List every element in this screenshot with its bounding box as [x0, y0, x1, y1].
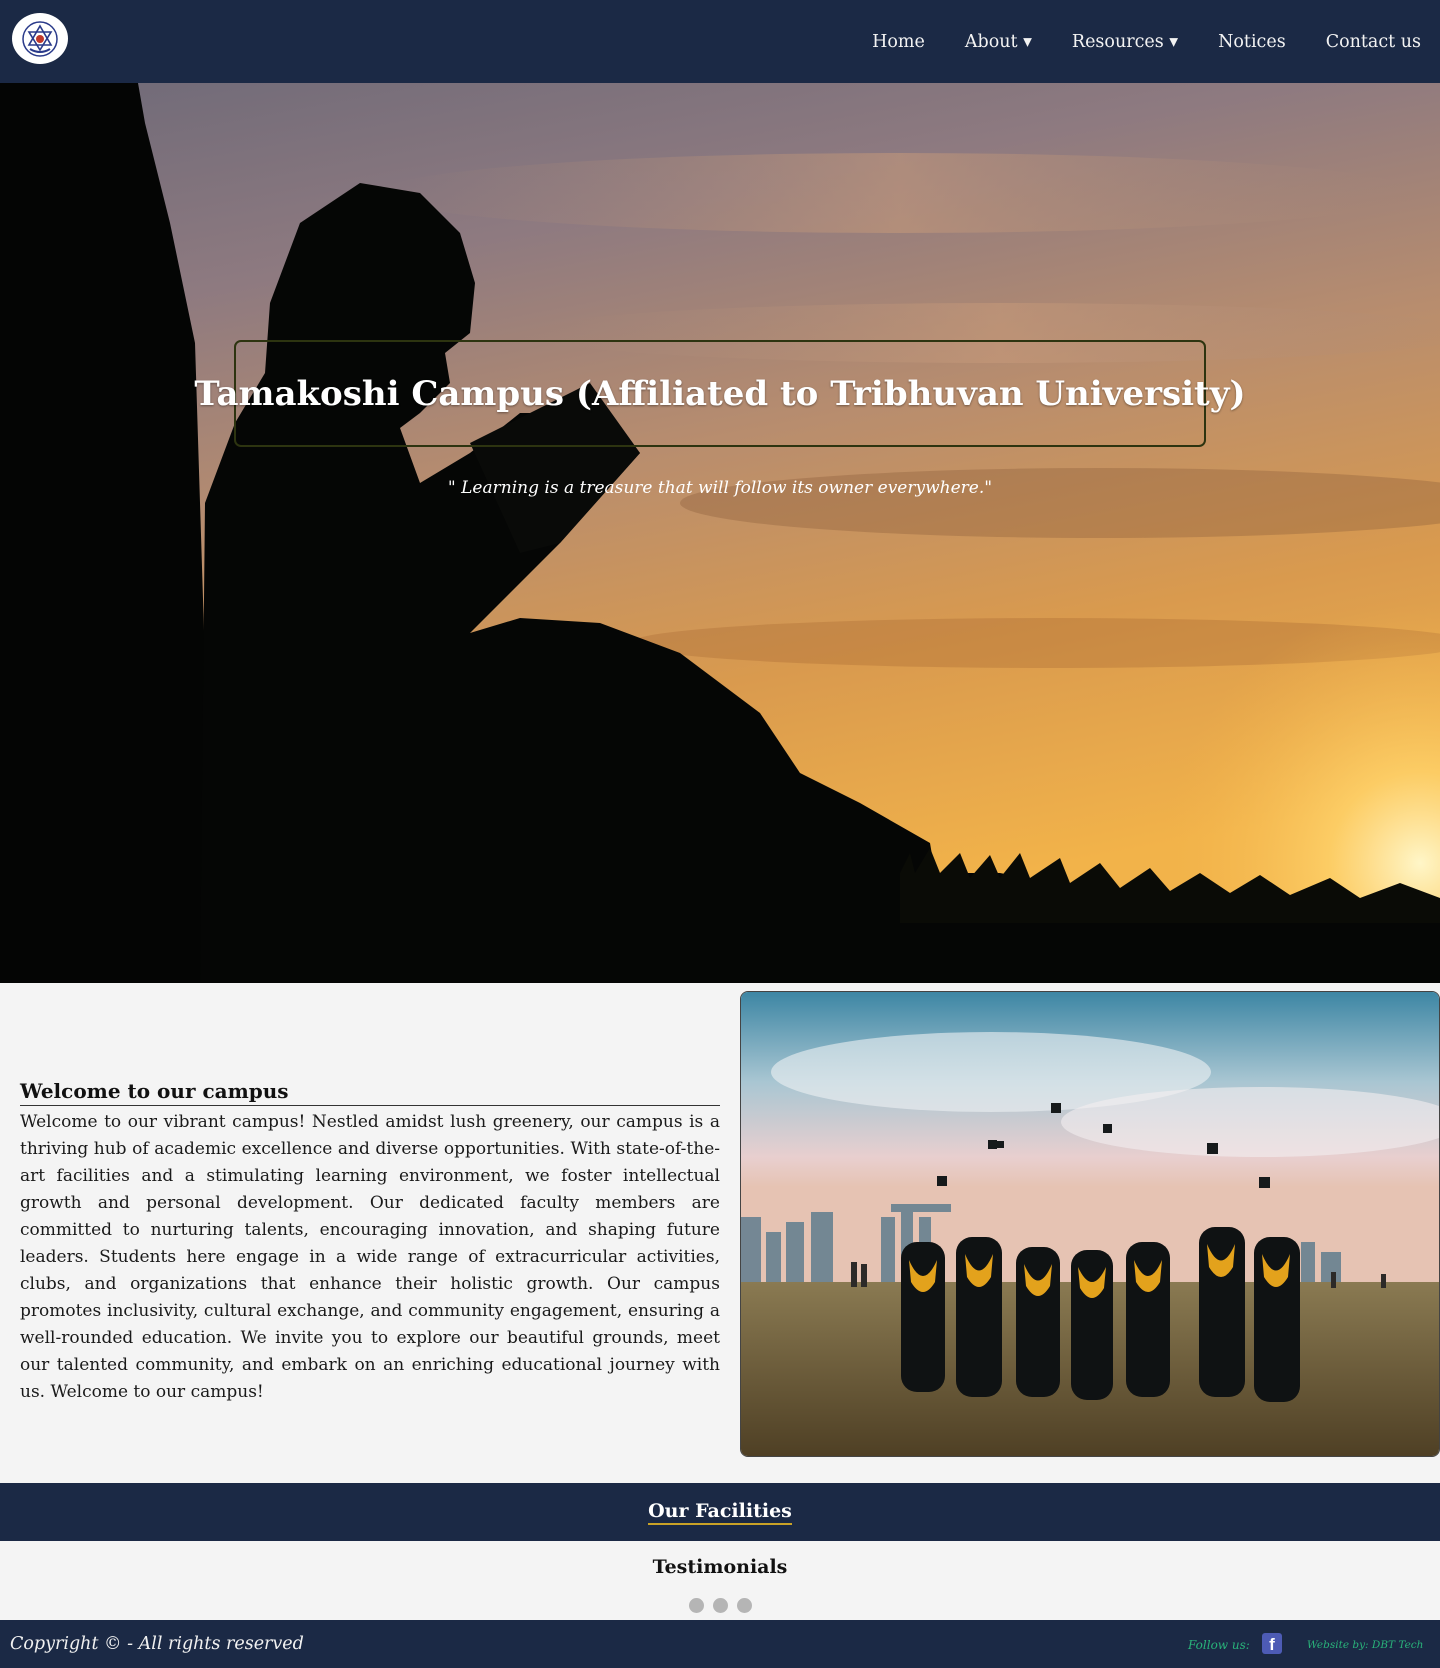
welcome-text-block: Welcome to our campus Welcome to our vib…: [20, 1079, 720, 1406]
carousel-dot-1[interactable]: [688, 1598, 704, 1613]
welcome-paragraph: Welcome to our vibrant campus! Nestled a…: [20, 1112, 720, 1402]
carousel-dot-2[interactable]: [712, 1598, 728, 1613]
copyright-text: Copyright © - All rights reserved: [10, 1634, 304, 1654]
campus-logo[interactable]: [12, 13, 68, 64]
graduates-image: [741, 992, 1439, 1456]
facilities-heading: Our Facilities: [648, 1500, 792, 1525]
welcome-heading: Welcome to our campus: [20, 1079, 720, 1106]
website-credit[interactable]: Website by: DBT Tech: [1307, 1639, 1423, 1651]
page-footer: Copyright © - All rights reserved Follow…: [0, 1620, 1440, 1668]
hero-quote: " Learning is a treasure that will follo…: [447, 478, 993, 498]
facebook-icon[interactable]: f: [1262, 1633, 1282, 1654]
testimonial-carousel-dots: [0, 1598, 1440, 1613]
nav-menu: Home About ▾ Resources ▾ Notices Contact…: [872, 0, 1440, 83]
nav-notices-link[interactable]: Notices: [1218, 32, 1286, 52]
campus-emblem-icon: [22, 20, 58, 57]
testimonials-section: Testimonials: [0, 1541, 1440, 1620]
carousel-dot-3[interactable]: [736, 1598, 752, 1613]
hero-title-box: Tamakoshi Campus (Affiliated to Tribhuva…: [194, 340, 1246, 447]
nav-contact-link[interactable]: Contact us: [1326, 32, 1421, 52]
facilities-section: Our Facilities: [0, 1483, 1440, 1541]
top-navbar: Home About ▾ Resources ▾ Notices Contact…: [0, 0, 1440, 83]
hero-background-image: [0, 83, 1440, 983]
nav-about-dropdown[interactable]: About ▾: [965, 32, 1032, 52]
welcome-section: Welcome to our campus Welcome to our vib…: [0, 983, 1440, 1483]
nav-resources-dropdown[interactable]: Resources ▾: [1072, 32, 1178, 52]
hero-title: Tamakoshi Campus (Affiliated to Tribhuva…: [194, 373, 1246, 414]
follow-us-label: Follow us:: [1188, 1638, 1250, 1652]
graduates-photo: [740, 991, 1440, 1457]
testimonials-heading: Testimonials: [652, 1556, 788, 1578]
nav-home-link[interactable]: Home: [872, 32, 925, 52]
hero-banner: Tamakoshi Campus (Affiliated to Tribhuva…: [0, 83, 1440, 983]
